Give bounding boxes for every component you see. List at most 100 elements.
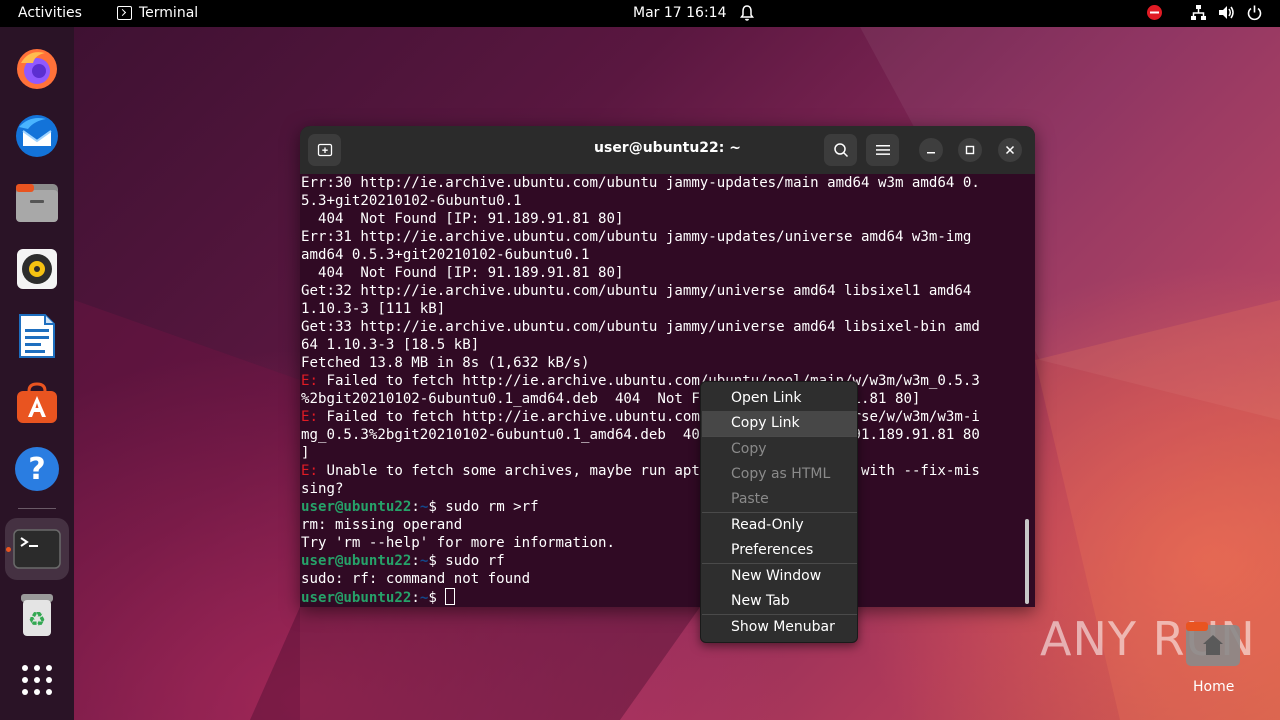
maximize-icon [965, 145, 975, 155]
hamburger-icon [875, 145, 890, 155]
output-text: Get:33 http://ie.archive.ubuntu.com/ubun… [301, 319, 980, 335]
output-text: rm: missing operand [301, 517, 463, 533]
terminal-scrollbar[interactable] [1025, 519, 1029, 604]
close-icon [1005, 145, 1015, 155]
network-icon[interactable] [1190, 4, 1207, 21]
output-text: Err:31 http://ie.archive.ubuntu.com/ubun… [301, 229, 972, 245]
menu-item-preferences[interactable]: Preferences [702, 538, 857, 563]
output-text: Failed to fetch http://ie.archive.ubuntu… [317, 409, 980, 425]
error-prefix: E: [301, 409, 318, 425]
terminal-line: Fetched 13.8 MB in 8s (1,632 kB/s) [301, 354, 1031, 372]
running-indicator [6, 547, 11, 552]
terminal-line: 64 1.10.3-3 [18.5 kB] [301, 336, 1031, 354]
output-text: ] [301, 445, 310, 461]
menu-button[interactable] [866, 134, 899, 166]
prompt-separator: : [411, 590, 420, 606]
rhythmbox-icon[interactable] [12, 244, 62, 294]
terminal-line: Get:33 http://ie.archive.ubuntu.com/ubun… [301, 318, 1031, 336]
output-text: sing? [301, 481, 344, 497]
output-text: sudo: rf: command not found [301, 571, 531, 587]
show-apps-icon[interactable] [12, 655, 62, 705]
menu-item-copy-link[interactable]: Copy Link [702, 411, 857, 436]
power-icon[interactable] [1246, 4, 1263, 21]
close-button[interactable] [998, 138, 1022, 162]
terminal-line: mg_0.5.3%2bgit20210102-6ubuntu0.1_amd64.… [301, 426, 1031, 444]
terminal-output[interactable]: Err:30 http://ie.archive.ubuntu.com/ubun… [301, 174, 1031, 607]
terminal-line: 404 Not Found [IP: 91.189.91.81 80] [301, 210, 1031, 228]
app-center-icon[interactable] [12, 378, 62, 428]
output-text: Get:32 http://ie.archive.ubuntu.com/ubun… [301, 283, 972, 299]
prompt-command: $ [428, 590, 446, 606]
minimize-icon [927, 152, 935, 154]
home-folder-label[interactable]: Home [1193, 679, 1234, 695]
output-text: amd64 0.5.3+git20210102-6ubuntu0.1 [301, 247, 590, 263]
prompt-separator: : [411, 499, 420, 515]
terminal-line: Get:32 http://ie.archive.ubuntu.com/ubun… [301, 282, 1031, 300]
menu-item-new-window[interactable]: New Window [702, 564, 857, 589]
output-text: Failed to fetch http://ie.archive.ubuntu… [317, 373, 980, 389]
search-icon [833, 143, 848, 158]
menu-item-show-menubar[interactable]: Show Menubar [702, 615, 857, 640]
terminal-line: ] [301, 444, 1031, 462]
terminal-line: 5.3+git20210102-6ubuntu0.1 [301, 192, 1031, 210]
terminal-line: E: Failed to fetch http://ie.archive.ubu… [301, 372, 1031, 390]
terminal-line: sudo: rf: command not found [301, 570, 1031, 588]
terminal-line: Try 'rm --help' for more information. [301, 534, 1031, 552]
svg-text:?: ? [28, 452, 45, 487]
menu-item-new-tab[interactable]: New Tab [702, 589, 857, 614]
activities-button[interactable]: Activities [18, 5, 82, 21]
notification-bell-icon[interactable] [739, 4, 755, 22]
menu-item-read-only[interactable]: Read-Only [702, 513, 857, 538]
terminal-window: user@ubuntu22: ~ Err:30 http://ie.archiv… [300, 126, 1035, 607]
output-text: 64 1.10.3-3 [18.5 kB] [301, 337, 480, 353]
do-not-disturb-icon[interactable] [1146, 4, 1163, 21]
terminal-titlebar[interactable]: user@ubuntu22: ~ [300, 126, 1035, 174]
menu-item-paste[interactable]: Paste [702, 487, 857, 512]
terminal-line: user@ubuntu22:~$ sudo rf [301, 552, 1031, 570]
output-text: 5.3+git20210102-6ubuntu0.1 [301, 193, 522, 209]
terminal-line: sing? [301, 480, 1031, 498]
terminal-line: rm: missing operand [301, 516, 1031, 534]
volume-icon[interactable] [1218, 4, 1235, 21]
prompt-user: user@ubuntu22 [301, 590, 412, 606]
terminal-line: user@ubuntu22:~$ sudo rm >rf [301, 498, 1031, 516]
prompt-user: user@ubuntu22 [301, 499, 412, 515]
menu-item-copy[interactable]: Copy [702, 437, 857, 462]
app-menu-button[interactable]: Terminal [139, 5, 198, 21]
terminal-icon[interactable] [12, 524, 62, 574]
dock-separator [18, 508, 56, 509]
output-text: Unable to fetch some archives, maybe run… [317, 463, 980, 479]
output-text: 404 Not Found [IP: 91.189.91.81 80] [301, 265, 624, 281]
error-prefix: E: [301, 373, 318, 389]
error-prefix: E: [301, 463, 318, 479]
thunderbird-icon[interactable] [12, 111, 62, 161]
prompt-separator: : [411, 553, 420, 569]
terminal-line: E: Unable to fetch some archives, maybe … [301, 462, 1031, 480]
terminal-line: amd64 0.5.3+git20210102-6ubuntu0.1 [301, 246, 1031, 264]
libreoffice-writer-icon[interactable] [12, 311, 62, 361]
terminal-line: Err:31 http://ie.archive.ubuntu.com/ubun… [301, 228, 1031, 246]
menu-item-open-link[interactable]: Open Link [702, 386, 857, 411]
clock[interactable]: Mar 17 16:14 [633, 5, 726, 21]
svg-text:♻: ♻ [28, 607, 46, 631]
context-menu: Open Link Copy Link Copy Copy as HTML Pa… [700, 381, 858, 643]
minimize-button[interactable] [919, 138, 943, 162]
terminal-line: %2bgit20210102-6ubuntu0.1_amd64.deb 404 … [301, 390, 1031, 408]
terminal-line: Err:30 http://ie.archive.ubuntu.com/ubun… [301, 174, 1031, 192]
output-text: mg_0.5.3%2bgit20210102-6ubuntu0.1_amd64.… [301, 427, 980, 443]
files-icon[interactable] [12, 178, 62, 228]
terminal-line: user@ubuntu22:~$ [301, 588, 1031, 606]
menu-item-copy-as-html[interactable]: Copy as HTML [702, 462, 857, 487]
dock: ? ♻ [0, 27, 74, 720]
home-folder-icon[interactable] [1185, 621, 1241, 667]
prompt-command: $ sudo rf [428, 553, 505, 569]
firefox-icon[interactable] [12, 44, 62, 94]
output-text: Try 'rm --help' for more information. [301, 535, 615, 551]
help-icon[interactable]: ? [12, 444, 62, 494]
trash-icon[interactable]: ♻ [12, 590, 62, 640]
maximize-button[interactable] [958, 138, 982, 162]
terminal-line: E: Failed to fetch http://ie.archive.ubu… [301, 408, 1031, 426]
search-button[interactable] [824, 134, 857, 166]
output-text: 404 Not Found [IP: 91.189.91.81 80] [301, 211, 624, 227]
terminal-line: 404 Not Found [IP: 91.189.91.81 80] [301, 264, 1031, 282]
